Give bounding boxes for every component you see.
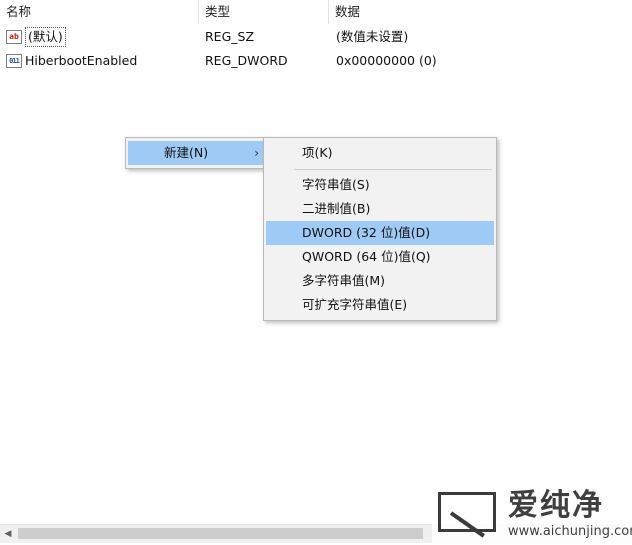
list-row[interactable]: ab (默认) REG_SZ (数值未设置) — [0, 25, 632, 49]
binary-value-icon: 011 — [6, 54, 22, 68]
menu-item-qword-value[interactable]: QWORD (64 位)值(Q) — [266, 245, 494, 269]
menu-item-new[interactable]: 新建(N) › — [128, 141, 267, 165]
value-name: (默认) — [25, 27, 66, 47]
column-header-data[interactable]: 数据 — [328, 0, 632, 24]
column-header-type[interactable]: 类型 — [198, 0, 328, 24]
menu-item-dword-value[interactable]: DWORD (32 位)值(D) — [266, 221, 494, 245]
scrollbar-thumb[interactable] — [18, 528, 423, 539]
menu-item-multi-string-value[interactable]: 多字符串值(M) — [266, 269, 494, 293]
watermark: 爱纯净 www.aichunjing.com — [432, 486, 632, 545]
watermark-title: 爱纯净 — [508, 488, 604, 523]
menu-item-binary-value[interactable]: 二进制值(B) — [266, 197, 494, 221]
name-cell: 011 HiberbootEnabled — [6, 49, 137, 73]
menu-item-string-value[interactable]: 字符串值(S) — [266, 173, 494, 197]
context-menu: 新建(N) › — [125, 137, 270, 169]
value-type: REG_DWORD — [205, 53, 288, 68]
new-submenu: 项(K) 字符串值(S) 二进制值(B) DWORD (32 位)值(D) QW… — [263, 137, 497, 321]
watermark-url: www.aichunjing.com — [508, 524, 632, 539]
value-data: (数值未设置) — [336, 29, 409, 44]
column-header-name[interactable]: 名称 — [0, 0, 198, 24]
menu-item-expandable-string-value[interactable]: 可扩充字符串值(E) — [266, 293, 494, 317]
chevron-right-icon: › — [254, 146, 259, 160]
string-value-icon: ab — [6, 30, 22, 44]
list-row[interactable]: 011 HiberbootEnabled REG_DWORD 0x0000000… — [0, 49, 632, 73]
menu-item-key[interactable]: 项(K) — [266, 141, 494, 165]
value-data: 0x00000000 (0) — [336, 53, 437, 68]
list-header: 名称 类型 数据 — [0, 0, 632, 24]
name-cell: ab (默认) — [6, 25, 66, 49]
value-type: REG_SZ — [205, 29, 255, 44]
menu-separator — [294, 169, 492, 170]
watermark-logo-icon — [438, 492, 496, 538]
value-name: HiberbootEnabled — [25, 53, 138, 68]
menu-item-label: 新建(N) — [164, 145, 209, 160]
scroll-left-icon[interactable]: ◀ — [0, 525, 16, 543]
